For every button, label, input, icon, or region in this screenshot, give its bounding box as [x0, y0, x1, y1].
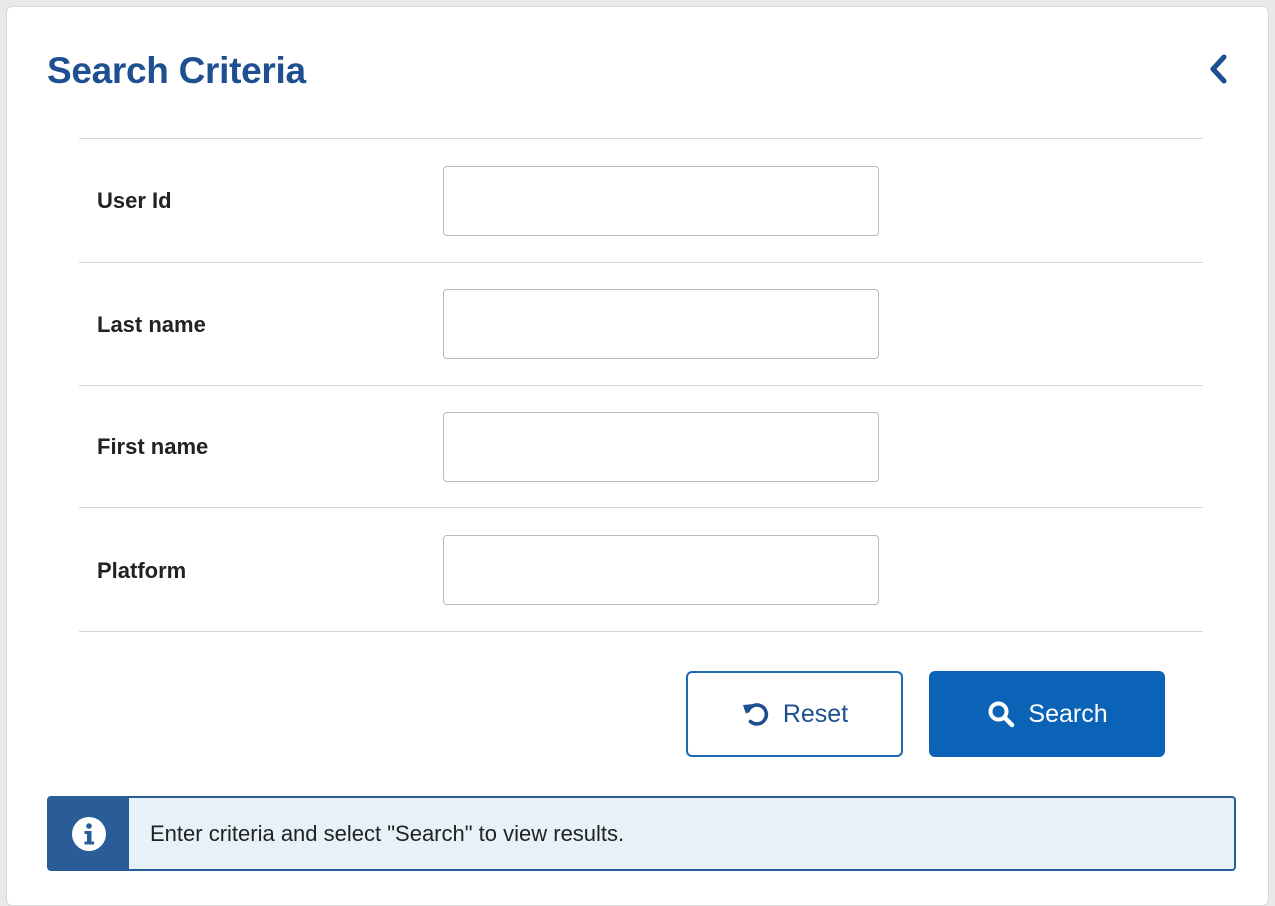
search-button-label: Search — [1028, 699, 1108, 728]
undo-icon — [741, 699, 771, 729]
reset-button-label: Reset — [782, 699, 849, 728]
last-name-input[interactable] — [443, 289, 879, 359]
chevron-left-icon — [1210, 54, 1227, 84]
info-message-text: Enter criteria and select "Search" to vi… — [150, 821, 625, 846]
platform-label: Platform — [97, 558, 187, 583]
page-title: Search Criteria — [47, 50, 306, 91]
user-id-input[interactable] — [443, 166, 879, 236]
search-icon — [986, 699, 1016, 729]
info-icon-container — [49, 798, 129, 869]
divider — [79, 138, 1203, 139]
info-icon — [72, 816, 106, 851]
user-id-label: User Id — [97, 188, 172, 213]
search-button[interactable]: Search — [929, 671, 1165, 757]
divider — [79, 262, 1203, 263]
divider — [79, 631, 1203, 632]
collapse-panel-button[interactable] — [1199, 49, 1239, 89]
first-name-label: First name — [97, 434, 209, 459]
search-criteria-panel: Search Criteria User Id Last name First … — [6, 6, 1269, 906]
divider — [79, 385, 1203, 386]
first-name-input[interactable] — [443, 412, 879, 482]
info-message: Enter criteria and select "Search" to vi… — [47, 796, 1236, 871]
divider — [79, 507, 1203, 508]
last-name-label: Last name — [97, 312, 206, 337]
platform-input[interactable] — [443, 535, 879, 605]
reset-button[interactable]: Reset — [686, 671, 903, 757]
